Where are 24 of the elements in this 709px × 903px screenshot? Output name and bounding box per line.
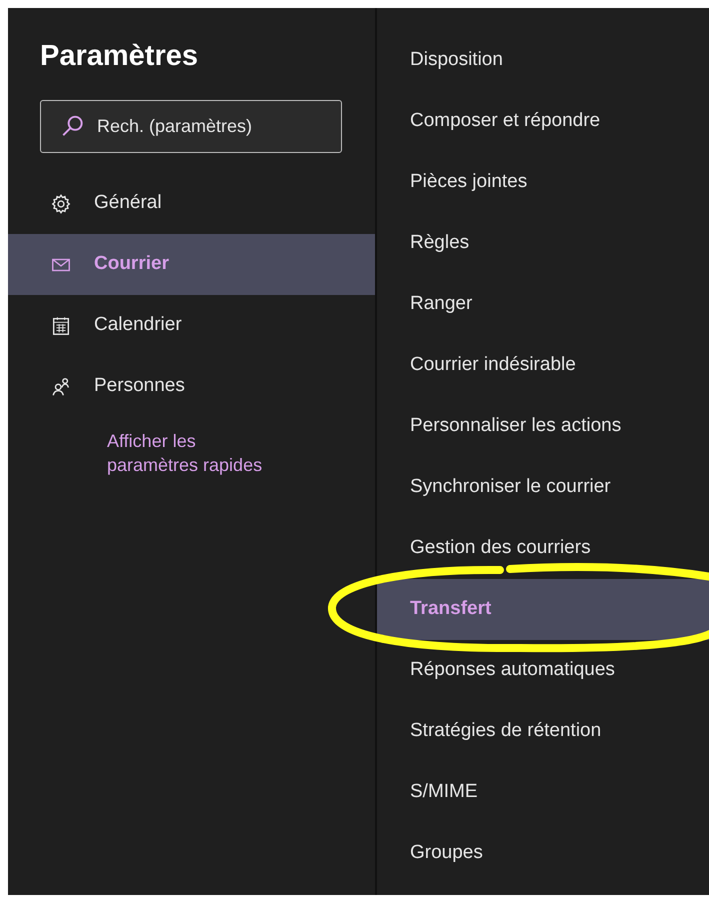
nav-item[interactable]: Personnes	[8, 356, 375, 417]
settings-item[interactable]: Composer et répondre	[377, 91, 709, 152]
settings-item[interactable]: Disposition	[377, 30, 709, 91]
settings-item[interactable]: Transfert	[377, 579, 709, 640]
nav-item[interactable]: Calendrier	[8, 295, 375, 356]
people-icon	[50, 376, 72, 398]
quick-settings-link[interactable]: Afficher les paramètres rapides	[107, 429, 285, 477]
search-field[interactable]: Rech. (paramètres)	[40, 100, 342, 153]
settings-item[interactable]: Réponses automatiques	[377, 640, 709, 701]
page-title: Paramètres	[40, 39, 199, 74]
nav-item[interactable]: Courrier	[8, 234, 375, 295]
calendar-icon	[50, 314, 72, 336]
settings-item[interactable]: Personnaliser les actions	[377, 396, 709, 457]
settings-item[interactable]: Ranger	[377, 274, 709, 335]
settings-item[interactable]: S/MIME	[377, 762, 709, 823]
settings-item[interactable]: Pièces jointes	[377, 152, 709, 213]
gear-icon	[50, 192, 72, 214]
settings-item[interactable]: Groupes	[377, 823, 709, 884]
settings-item[interactable]: Stratégies de rétention	[377, 701, 709, 762]
nav-item[interactable]: Général	[8, 173, 375, 234]
settings-item[interactable]: Courrier indésirable	[377, 335, 709, 396]
settings-item[interactable]: Gestion des courriers	[377, 518, 709, 579]
settings-item[interactable]: Règles	[377, 213, 709, 274]
settings-item[interactable]: Synchroniser le courrier	[377, 457, 709, 518]
